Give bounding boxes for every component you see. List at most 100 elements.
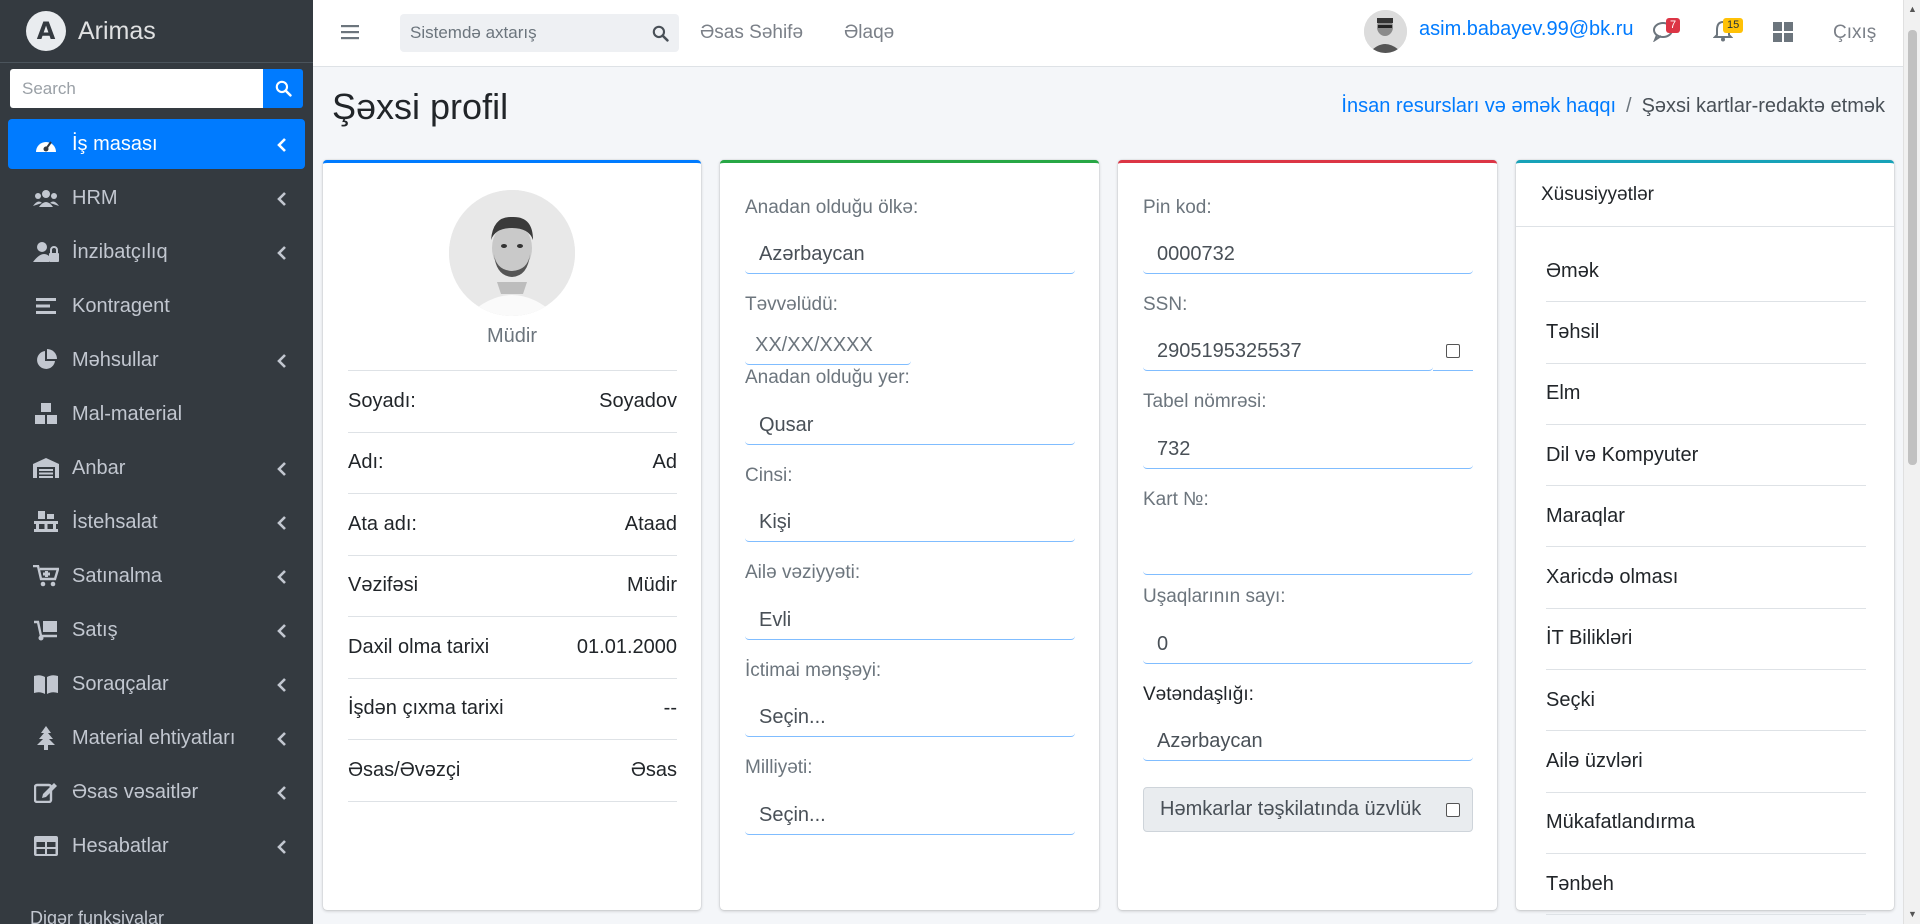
sidebar-item-label: Məhsullar [72, 348, 159, 371]
birth-country-field[interactable]: Azərbaycan [745, 235, 1075, 274]
sidebar-item-soraqc-alar[interactable]: Soraqçalar [8, 659, 305, 709]
profile-row-label: Əsas/Əvəzçi [348, 758, 461, 781]
chevron-left-icon [276, 676, 287, 699]
sidebar-item-label: Mal-material [72, 402, 183, 425]
sidebar-item-mal-material[interactable]: Mal-material [8, 389, 305, 439]
brand[interactable]: A Arimas [0, 0, 313, 63]
pin-field[interactable]: 0000732 [1143, 235, 1473, 274]
profile-row-label: İşdən çıxma tarixi [348, 697, 504, 720]
feature-link[interactable]: Mükafatlandırma [1546, 793, 1866, 854]
sidebar-item-sat-nalma[interactable]: Satınalma [8, 551, 305, 601]
feature-link[interactable]: Xaricdə olması [1546, 547, 1866, 609]
tabel-number-field[interactable]: 732 [1143, 430, 1473, 469]
sidebar-item-label: Kontragent [72, 294, 170, 317]
messages-button[interactable]: 7 [1652, 18, 1681, 47]
contact-link[interactable]: Əlaqə [844, 22, 894, 44]
top-search-button[interactable] [641, 14, 679, 52]
home-link[interactable]: Əsas Səhifə [700, 22, 803, 44]
scroll-up-arrow-icon[interactable]: ▲ [1908, 4, 1917, 14]
birthplace-field[interactable]: Qusar [745, 406, 1075, 445]
union-membership-label: Həmkarlar təşkilatında üzvlük [1160, 798, 1422, 820]
sidebar-item-hesabatlar[interactable]: Hesabatlar [8, 821, 305, 871]
sidebar-item-label: Satınalma [72, 564, 163, 587]
breadcrumb-link-hr[interactable]: İnsan resursları və əmək haqqı [1341, 95, 1616, 117]
feature-link[interactable]: Elm [1546, 364, 1866, 425]
logout-link[interactable]: Çıxış [1833, 22, 1876, 44]
sidebar-item-anbar[interactable]: Anbar [8, 443, 305, 493]
brand-logo: A [26, 11, 66, 51]
features-header: Xüsusiyyətlər [1516, 163, 1894, 227]
profile-role: Müdir [486, 325, 537, 347]
sidebar-item-material-ehtiyatlar[interactable]: Material ehtiyatları [8, 713, 305, 763]
chevron-left-icon [276, 460, 287, 483]
feature-link[interactable]: Təhsil [1546, 302, 1866, 364]
sidebar-nav: İş masası HRM İnzibatçılıq Kontragent Məhsul… [0, 119, 313, 871]
children-count-label: Uşaqlarının sayı: [1143, 586, 1286, 607]
profile-row: Əsas/Əvəzçi Əsas [348, 740, 677, 802]
messages-badge: 7 [1666, 18, 1681, 33]
profile-card: Müdir Soyadı: Soyadov Adı: Ad Ata adı: Ataad V… [323, 160, 701, 910]
sidebar-item-i-stehsalat[interactable]: İstehsalat [8, 497, 305, 547]
social-origin-select[interactable]: Seçin... [745, 698, 1075, 737]
birthplace-label: Anadan olduğu yer: [745, 367, 910, 388]
profile-photo[interactable] [449, 190, 575, 316]
citizenship-field[interactable]: Azərbaycan [1143, 722, 1473, 761]
notifications-button[interactable]: 15 [1712, 18, 1744, 47]
sidebar-item-hrm[interactable]: HRM [8, 173, 305, 223]
profile-row-value: Müdir [626, 574, 677, 597]
user-email-link[interactable]: asim.babayev.99@bk.ru [1419, 18, 1633, 41]
marital-status-field[interactable]: Evli [745, 601, 1075, 640]
sidebar-search-input[interactable] [10, 69, 263, 108]
marital-status-label: Ailə vəziyyəti: [745, 562, 861, 583]
ssn-field[interactable]: 2905195325537 [1143, 332, 1433, 371]
search-icon [275, 80, 292, 97]
feature-link[interactable]: Seçki [1546, 670, 1866, 732]
gender-label: Cinsi: [745, 465, 793, 486]
profile-row-value: 01.01.2000 [576, 635, 677, 658]
tree-icon [32, 726, 60, 750]
chevron-left-icon [276, 730, 287, 753]
feature-link[interactable]: Maraqlar [1546, 486, 1866, 548]
sidebar-footer[interactable]: Digər funksiyalar [30, 908, 164, 924]
nationality-label: Milliyəti: [745, 757, 813, 778]
feature-link[interactable]: Əmək [1546, 241, 1866, 303]
birthdate-field[interactable]: XX/XX/XXXX [745, 326, 911, 365]
feature-link[interactable]: Tənbeh [1546, 854, 1866, 916]
profile-row-value: Ataad [624, 512, 677, 535]
book-icon [32, 672, 60, 696]
brand-logo-letter: A [36, 17, 56, 45]
card-number-field[interactable] [1143, 527, 1473, 575]
sidebar-item-i-s-masas[interactable]: İş masası [8, 119, 305, 169]
warehouse-icon [32, 456, 60, 480]
page-scrollbar[interactable]: ▲ ▼ [1903, 0, 1920, 924]
breadcrumb-separator: / [1626, 95, 1632, 117]
personal-info-card: Anadan olduğu ölkə: Azərbaycan Təvvəlüdü… [720, 160, 1099, 910]
profile-row-value: Ad [652, 451, 677, 474]
sidebar-item-sas-v-saitl-r[interactable]: Əsas vəsaitlər [8, 767, 305, 817]
top-search-input[interactable] [400, 23, 641, 43]
tabel-number-label: Tabel nömrəsi: [1143, 391, 1267, 412]
profile-row: Adı: Ad [348, 433, 677, 494]
nationality-select[interactable]: Seçin... [745, 796, 1075, 835]
feature-link[interactable]: İT Bilikləri [1546, 609, 1866, 671]
menu-toggle-button[interactable] [341, 23, 359, 46]
feature-link[interactable]: Dil və Kompyuter [1546, 425, 1866, 487]
user-avatar[interactable] [1364, 10, 1407, 53]
gender-field[interactable]: Kişi [745, 503, 1075, 542]
apps-button[interactable] [1773, 22, 1793, 47]
brand-name: Arimas [78, 16, 156, 45]
sidebar-item-sat-s[interactable]: Satış [8, 605, 305, 655]
sidebar-item-kontragent[interactable]: Kontragent [8, 281, 305, 331]
sidebar-item-m-hsullar[interactable]: Məhsullar [8, 335, 305, 385]
profile-row-label: Ata adı: [348, 512, 417, 535]
union-membership-toggle[interactable]: Həmkarlar təşkilatında üzvlük [1143, 787, 1473, 832]
features-list: Əmək Təhsil Elm Dil və Kompyuter Maraqlar Xar… [1546, 241, 1866, 916]
sidebar-item-i-nzibatc-l-q[interactable]: İnzibatçılıq [8, 227, 305, 277]
ssn-checkbox[interactable] [1446, 344, 1460, 358]
feature-link[interactable]: Ailə üzvləri [1546, 731, 1866, 793]
children-count-field[interactable]: 0 [1143, 625, 1473, 664]
union-membership-checkbox[interactable] [1446, 802, 1460, 817]
sidebar-search-button[interactable] [263, 69, 303, 108]
scrollbar-thumb[interactable] [1908, 30, 1917, 465]
scroll-down-arrow-icon[interactable]: ▼ [1908, 909, 1917, 919]
